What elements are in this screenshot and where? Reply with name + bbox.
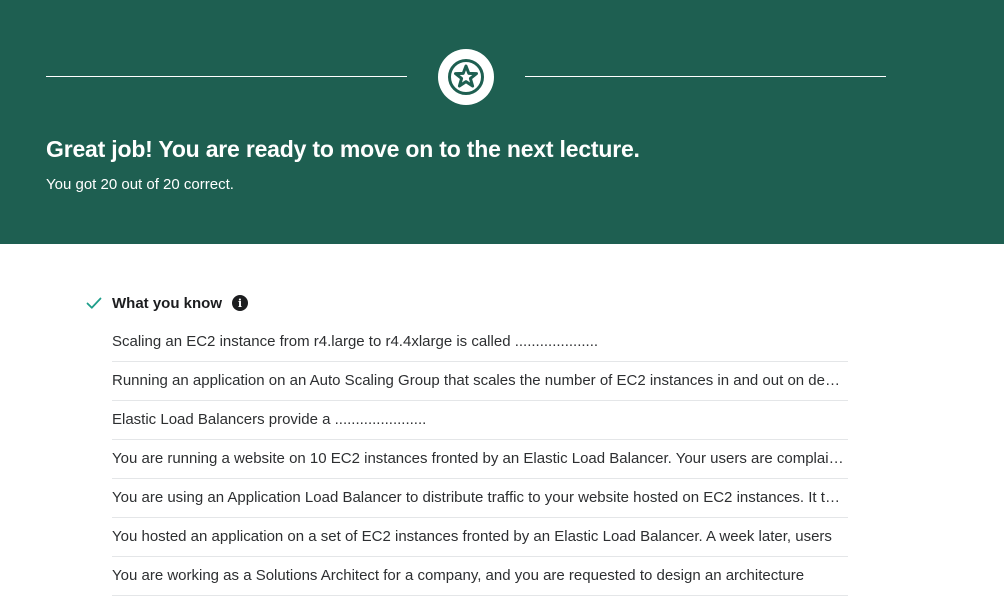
question-list: Scaling an EC2 instance from r4.large to… [112,323,848,596]
divider-left [46,76,407,77]
question-item[interactable]: You are using an Application Load Balanc… [112,479,848,518]
section-title: What you know [112,294,222,312]
quiz-result-banner: Great job! You are ready to move on to t… [0,0,1004,244]
result-headline: Great job! You are ready to move on to t… [46,136,640,162]
check-icon [86,297,102,309]
what-you-know-header: What you know i [86,292,248,314]
question-item[interactable]: You are running a website on 10 EC2 inst… [112,440,848,479]
divider-right [525,76,886,77]
star-icon [448,59,484,95]
question-item[interactable]: You are working as a Solutions Architect… [112,557,848,596]
star-badge [438,49,494,105]
info-icon[interactable]: i [232,295,248,311]
score-text: You got 20 out of 20 correct. [46,176,234,193]
question-item[interactable]: Running an application on an Auto Scalin… [112,362,848,401]
question-item[interactable]: Scaling an EC2 instance from r4.large to… [112,323,848,362]
question-item[interactable]: Elastic Load Balancers provide a .......… [112,401,848,440]
question-item[interactable]: You hosted an application on a set of EC… [112,518,848,557]
